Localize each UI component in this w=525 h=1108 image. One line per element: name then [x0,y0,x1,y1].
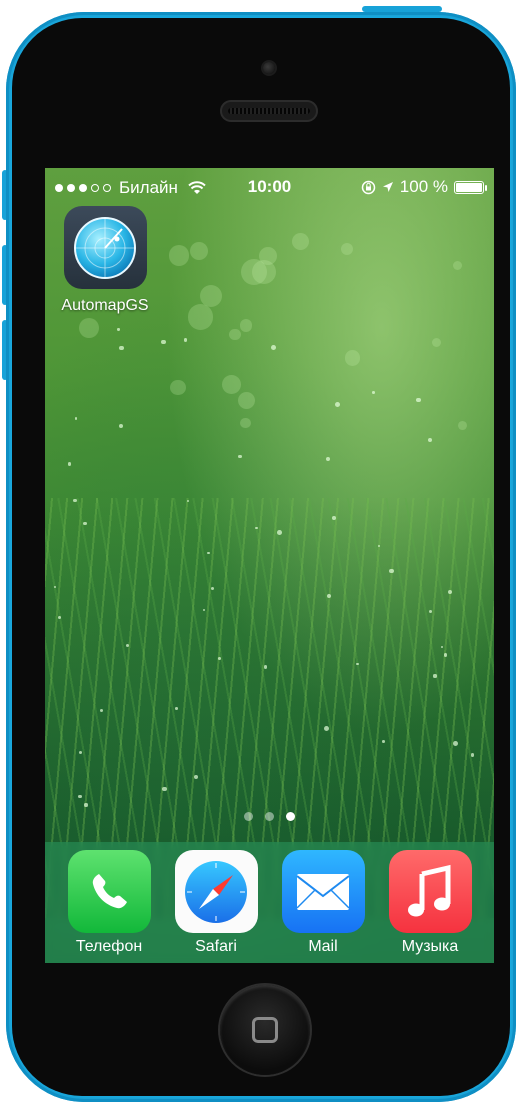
bokeh-spot [187,304,214,330]
bokeh-spot [170,379,186,396]
bokeh-spot [344,350,361,366]
page-dot [244,812,253,821]
dew-drop [125,643,130,647]
dew-drop [452,740,458,746]
dew-drop [78,750,83,754]
bokeh-spot [458,421,468,431]
dew-drop [356,662,359,666]
bokeh-spot [291,233,309,251]
dew-drop [271,344,277,350]
dew-drop [119,424,124,429]
battery-icon [454,180,487,194]
dew-drop [183,338,188,342]
bokeh-spot [240,319,253,332]
dock-icon-mail[interactable] [281,850,365,933]
dew-drop [377,544,380,547]
app-icon-automapgs[interactable] [63,206,147,289]
dock-label: Safari [195,938,237,955]
home-button[interactable] [220,985,310,1075]
dew-drop [161,339,167,345]
dew-drop [218,657,221,660]
dew-drop [326,456,331,461]
dock-item-phone[interactable]: Телефон [59,850,159,956]
dock: Телефон Safari Mail Музыка [45,842,494,963]
home-screen: Билайн 10:00 100 % AutomapGS Телефон Saf… [45,168,494,963]
front-camera [263,62,275,74]
dew-drop [117,328,120,331]
dew-drop [78,794,82,799]
bokeh-spot [431,337,442,348]
bokeh-spot [240,418,251,429]
music-note-icon [408,864,451,916]
status-bar: Билайн 10:00 100 % [45,168,494,208]
envelope-icon [296,873,350,910]
dew-drop [75,417,78,420]
dew-drop [207,552,210,555]
radar-globe-icon [74,216,136,279]
dew-drop [334,401,340,407]
dew-drop [332,515,336,520]
dew-drop [84,803,88,807]
page-dot-active [286,812,295,821]
dew-drop [371,391,375,394]
dew-drop [238,454,242,459]
bokeh-spot [190,241,209,260]
dew-drop [440,645,443,649]
dew-drop [57,616,61,620]
bokeh-spot [452,260,462,270]
dew-drop [382,740,386,743]
dew-drop [67,462,72,466]
dew-drop [416,397,421,403]
dock-item-safari[interactable]: Safari [166,850,266,956]
page-dot [265,812,274,821]
bokeh-spot [229,329,241,341]
orientation-lock-icon [361,180,376,194]
dew-drop [263,665,268,669]
bokeh-spot [340,242,353,255]
dew-drop [470,753,474,757]
compass-icon [185,860,247,923]
page-indicator[interactable] [45,812,494,821]
dew-drop [73,498,77,503]
dew-drop [389,569,394,574]
bokeh-spot [238,392,255,410]
phone-mockup: Билайн 10:00 100 % AutomapGS Телефон Saf… [0,0,525,1108]
dew-drop [433,674,437,678]
dew-drop [427,438,432,443]
bokeh-spot [78,317,99,338]
dock-icon-safari[interactable] [174,850,258,933]
home-square-icon [252,1017,278,1043]
bokeh-spot [221,374,241,394]
location-arrow-icon [382,182,393,192]
status-right: 100 % [361,177,487,197]
dock-item-music[interactable]: Музыка [380,850,480,956]
bokeh-spot [168,245,189,266]
dock-icon-phone[interactable] [67,850,151,933]
battery-percent: 100 % [399,177,448,196]
dew-drop [119,345,124,351]
dew-drop [447,589,452,594]
dock-icon-music[interactable] [388,850,472,933]
dock-item-mail[interactable]: Mail [273,850,373,956]
dock-label: Телефон [75,938,143,955]
app-label: AutomapGS [61,297,149,314]
dew-drop [193,774,198,779]
bokeh-spot [252,259,277,284]
phone-icon [92,873,127,908]
earpiece-speaker [220,100,318,122]
app-automapgs[interactable]: AutomapGS [55,206,155,315]
dock-label: Mail [308,938,338,955]
dock-label: Музыка [401,938,459,955]
dew-drop [162,787,167,792]
